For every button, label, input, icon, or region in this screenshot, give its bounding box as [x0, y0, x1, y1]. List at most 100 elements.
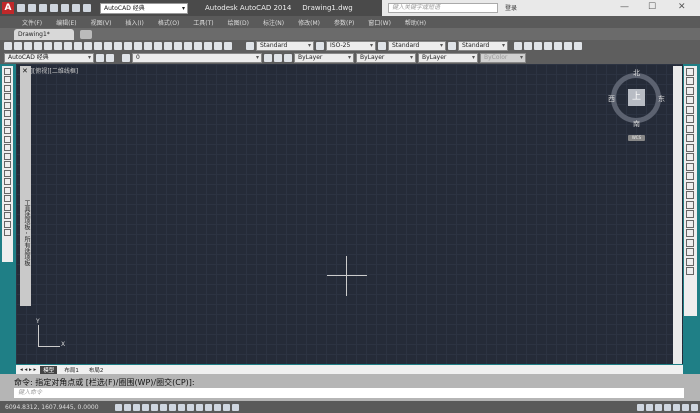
color-dropdown[interactable]: ByLayer — [294, 53, 354, 63]
line-icon[interactable] — [4, 67, 11, 75]
rotate-icon[interactable] — [686, 124, 694, 133]
print-icon[interactable] — [34, 42, 42, 50]
gradient-icon[interactable] — [4, 195, 11, 202]
menu-tools[interactable]: 工具(T) — [193, 18, 213, 27]
vertical-scrollbar[interactable] — [673, 66, 682, 364]
hatch-icon[interactable] — [4, 186, 11, 194]
command-input[interactable]: 键入命令 — [14, 388, 684, 398]
offset-icon[interactable] — [686, 96, 694, 104]
construction-line-icon[interactable] — [4, 76, 11, 83]
menu-window[interactable]: 窗口(W) — [368, 18, 391, 27]
layer-previous-icon[interactable] — [274, 54, 282, 62]
menu-parameter[interactable]: 参数(P) — [334, 18, 354, 27]
layer-icon[interactable] — [686, 238, 694, 247]
quick-view-icon[interactable] — [646, 403, 653, 411]
calculator-icon[interactable] — [214, 42, 222, 50]
viewport-controls[interactable]: [-][俯视][二维线框] — [26, 66, 78, 75]
login-button[interactable]: 登录 — [505, 3, 517, 12]
workspace-switch-icon[interactable] — [664, 403, 671, 411]
ducs-icon[interactable] — [187, 403, 194, 411]
view-icon[interactable] — [564, 42, 572, 50]
tool-palette-icon[interactable] — [184, 42, 192, 50]
lineweight-dropdown[interactable]: ByLayer — [418, 53, 478, 63]
pan-icon[interactable] — [124, 42, 132, 50]
chamfer-icon[interactable] — [686, 191, 694, 199]
layer-manager-icon[interactable] — [106, 54, 114, 62]
transparency-icon[interactable] — [214, 403, 221, 411]
ortho-icon[interactable] — [142, 403, 149, 411]
quick-properties-icon[interactable] — [223, 403, 230, 411]
view-icon[interactable] — [524, 42, 532, 50]
region-icon[interactable] — [4, 203, 11, 211]
move-icon[interactable] — [686, 115, 694, 123]
maximize-button[interactable]: ☐ — [648, 2, 656, 12]
workspace-settings-icon[interactable] — [96, 54, 104, 62]
view-icon[interactable] — [514, 42, 522, 50]
layer-icon[interactable] — [686, 257, 694, 266]
mirror-icon[interactable] — [686, 86, 694, 95]
polyline-icon[interactable] — [4, 84, 11, 92]
3d-osnap-icon[interactable] — [169, 403, 176, 411]
save-icon[interactable] — [39, 4, 47, 12]
save-as-icon[interactable] — [50, 4, 58, 12]
viewcube-top[interactable]: 上 — [628, 89, 645, 106]
mtext-icon[interactable] — [4, 220, 11, 228]
arc-icon[interactable] — [4, 110, 11, 117]
match-icon[interactable] — [94, 42, 102, 50]
table-style-dropdown[interactable]: Standard — [388, 41, 446, 51]
break-icon[interactable] — [686, 172, 694, 180]
add-selected-icon[interactable] — [4, 229, 11, 236]
layer-dropdown[interactable]: 0 — [132, 53, 262, 63]
polar-icon[interactable] — [151, 403, 158, 411]
layer-icon[interactable] — [686, 267, 694, 275]
open-icon[interactable] — [14, 42, 22, 50]
make-current-icon[interactable] — [264, 54, 272, 62]
compass-south[interactable]: 南 — [633, 119, 640, 129]
grid-icon[interactable] — [133, 403, 140, 411]
clean-screen-icon[interactable] — [691, 403, 698, 411]
spline-icon[interactable] — [4, 135, 11, 143]
zoom-icon[interactable] — [134, 42, 142, 50]
isolate-icon[interactable] — [682, 403, 689, 411]
preview-icon[interactable] — [44, 42, 52, 50]
fillet-icon[interactable] — [686, 200, 694, 209]
array-icon[interactable] — [686, 105, 694, 114]
drawing-canvas[interactable] — [16, 64, 683, 364]
explode-icon[interactable] — [686, 210, 694, 218]
tool-palette[interactable] — [20, 66, 31, 306]
workspace-dropdown[interactable]: AutoCAD 经典 — [4, 53, 94, 63]
markup-icon[interactable] — [204, 42, 212, 50]
trim-icon[interactable] — [686, 153, 694, 161]
properties-icon[interactable] — [164, 42, 172, 50]
cut-icon[interactable] — [64, 42, 72, 50]
osnap-icon[interactable] — [160, 403, 167, 411]
ellipse-icon[interactable] — [4, 144, 11, 151]
compass-west[interactable]: 西 — [608, 94, 615, 104]
erase-icon[interactable] — [686, 67, 694, 76]
join-icon[interactable] — [686, 181, 694, 190]
selection-cycling-icon[interactable] — [232, 403, 239, 411]
tab-layout2[interactable]: 布局2 — [86, 366, 107, 374]
layer-icon[interactable] — [686, 248, 694, 256]
ellipse-arc-icon[interactable] — [4, 152, 11, 160]
menu-dimension[interactable]: 标注(N) — [263, 18, 284, 27]
save-icon[interactable] — [24, 42, 32, 50]
lock-icon[interactable] — [673, 403, 680, 411]
polygon-icon[interactable] — [4, 93, 11, 100]
lineweight-icon[interactable] — [205, 403, 212, 411]
ucs-menu[interactable]: WCS — [628, 135, 645, 141]
otrack-icon[interactable] — [178, 403, 185, 411]
rectangle-icon[interactable] — [4, 101, 11, 109]
revcloud-icon[interactable] — [4, 127, 11, 134]
table-icon[interactable] — [4, 212, 11, 219]
dim-style-dropdown[interactable]: ISO-25 — [326, 41, 376, 51]
circle-icon[interactable] — [4, 118, 11, 126]
linetype-dropdown[interactable]: ByLayer — [356, 53, 416, 63]
layer-icon[interactable] — [686, 229, 694, 237]
menu-format[interactable]: 格式(O) — [158, 18, 179, 27]
stretch-icon[interactable] — [686, 143, 694, 152]
sheet-set-icon[interactable] — [194, 42, 202, 50]
publish-icon[interactable] — [54, 42, 62, 50]
view-icon[interactable] — [544, 42, 552, 50]
text-style-dropdown[interactable]: Standard — [256, 41, 314, 51]
